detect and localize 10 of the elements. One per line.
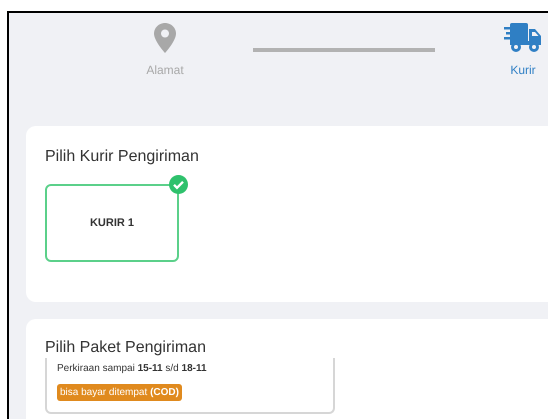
courier-option[interactable]: KURIR 1 bbox=[45, 184, 179, 262]
section-title: Pilih Paket Pengiriman bbox=[45, 339, 207, 357]
truck-icon bbox=[504, 23, 542, 53]
step-label[interactable]: Kurir bbox=[510, 61, 536, 79]
map-pin-icon bbox=[154, 23, 176, 53]
package-option[interactable]: Perkiraan sampai 15-11 s/d 18-11 bisa bayar ditempat (COD) bbox=[45, 358, 335, 414]
delivery-estimate: Perkiraan sampai 15-11 s/d 18-11 bbox=[57, 362, 207, 376]
check-icon bbox=[169, 175, 188, 194]
section-title: Pilih Kurir Pengiriman bbox=[45, 147, 200, 167]
cod-badge: bisa bayar ditempat (COD) bbox=[57, 384, 182, 401]
